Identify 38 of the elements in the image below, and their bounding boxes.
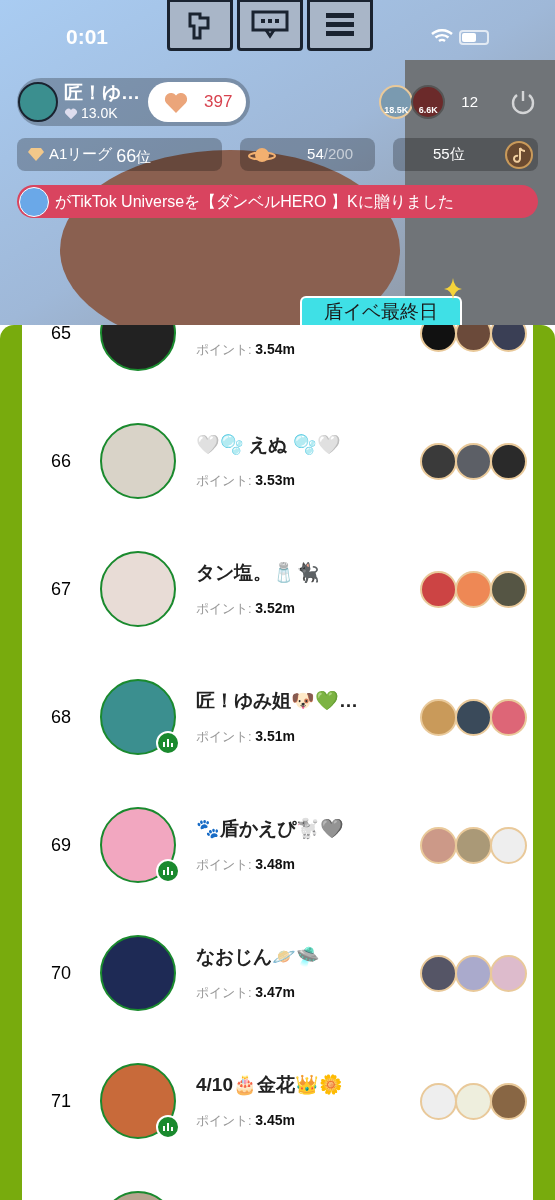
user-points: ポイント: 3.54m [196,339,296,359]
rank-number: 71 [51,1089,71,1113]
gift-banner-text: がTikTok Universeを【ダンベルHERO 】Kに贈りました [55,191,454,212]
user-points: ポイント: 3.48m [196,854,296,874]
user-name: 🤍🫧 えぬ 🫧🤍 [196,433,342,458]
heart-counter-button[interactable]: 397 [148,82,247,122]
rank-number: 67 [51,577,71,601]
host-panel[interactable]: 匠！ゆ… 13.0K 397 [17,78,251,126]
planet-current: 54 [307,145,324,163]
rank-label: 55位 [433,144,465,165]
user-points: ポイント: 3.45m [196,1110,296,1130]
rank-number: 65 [51,325,71,345]
league-rank: 66位 [116,145,152,168]
viewer-gift-count: 18.5K [384,106,409,115]
user-points: ポイント: 3.52m [196,598,296,618]
user-name: 🐾盾かえぴ🐩🩶 [196,817,345,842]
user-name: なおじん🪐🛸 [196,945,321,970]
planet-progress-pill[interactable]: 54/200 [240,138,375,171]
league-pill[interactable]: A1リーグ 66位 [17,138,222,171]
planet-total: /200 [323,145,353,163]
league-name: A1リーグ [49,144,113,165]
host-name: 匠！ゆ… [64,81,140,106]
rank-number: 68 [51,705,71,729]
event-tag[interactable]: 盾イベ最終日 [300,296,462,325]
rank-number: 69 [51,833,71,857]
viewer-gift-count: 6.6K [418,106,438,115]
user-name: タン塩。🧂🐈‍⬛ [196,561,321,586]
status-time: 0:01 [66,24,109,51]
user-name: 4/10🎂金花👑🌼 [196,1073,344,1098]
rank-number: 66 [51,449,71,473]
user-points: ポイント: 3.51m [196,726,296,746]
viewer-count: 12 [461,91,478,112]
host-likes: 13.0K [81,105,118,123]
user-name: 匠！ゆみ姐🐶💚… [196,689,359,714]
rank-number: 70 [51,961,71,985]
user-points: ポイント: 3.53m [196,470,296,490]
user-points: ポイント: 3.47m [196,982,296,1002]
rank-pill[interactable]: 55位 [393,138,538,171]
